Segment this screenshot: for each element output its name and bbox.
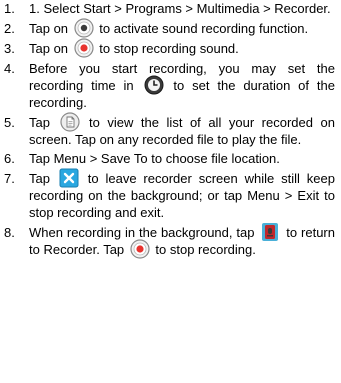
step-number: 6.: [4, 151, 15, 167]
step-number: 7.: [4, 171, 15, 187]
step-4: 4. Before you start recording, you may s…: [4, 61, 335, 112]
step-text: 1. Select Start > Programs > Multimedia …: [29, 1, 331, 16]
step-text: to stop recording.: [155, 241, 256, 257]
recorder-app-icon: [260, 222, 280, 242]
step-text: Tap on: [29, 20, 69, 36]
close-icon: [59, 168, 79, 188]
step-text: When recording in the background, tap: [29, 224, 255, 240]
timer-icon: [144, 75, 164, 95]
step-5: 5. Tap to view the list of all your reco…: [4, 112, 335, 149]
step-2: 2. Tap on to activate sound recording fu…: [4, 18, 335, 38]
step-7: 7. Tap to leave recorder screen while st…: [4, 168, 335, 222]
step-3: 3. Tap on to stop recording sound.: [4, 38, 335, 58]
stop-record-icon: [130, 239, 150, 259]
step-1: 1. 1. Select Start > Programs > Multimed…: [4, 1, 335, 18]
step-number: 5.: [4, 114, 15, 130]
step-number: 4.: [4, 60, 15, 76]
step-text: Tap: [29, 114, 50, 130]
step-text: Tap Menu > Save To to choose file locati…: [29, 151, 280, 167]
step-number: 1.: [4, 1, 15, 16]
step-8: 8. When recording in the background, tap…: [4, 222, 335, 259]
step-text: to activate sound recording function.: [99, 20, 309, 36]
step-number: 8.: [4, 224, 15, 240]
step-text: Tap on: [29, 40, 69, 56]
step-number: 2.: [4, 20, 15, 36]
instruction-page: 1. 1. Select Start > Programs > Multimed…: [0, 0, 341, 383]
record-icon: [74, 18, 94, 38]
step-number: 3.: [4, 40, 15, 56]
step-6: 6. Tap Menu > Save To to choose file loc…: [4, 151, 335, 168]
file-list-icon: [59, 112, 80, 132]
stop-record-icon: [74, 38, 94, 58]
step-text: to stop recording sound.: [99, 40, 239, 56]
recorder-steps-list: 1. 1. Select Start > Programs > Multimed…: [4, 1, 335, 262]
step-text: Tap: [29, 171, 50, 187]
